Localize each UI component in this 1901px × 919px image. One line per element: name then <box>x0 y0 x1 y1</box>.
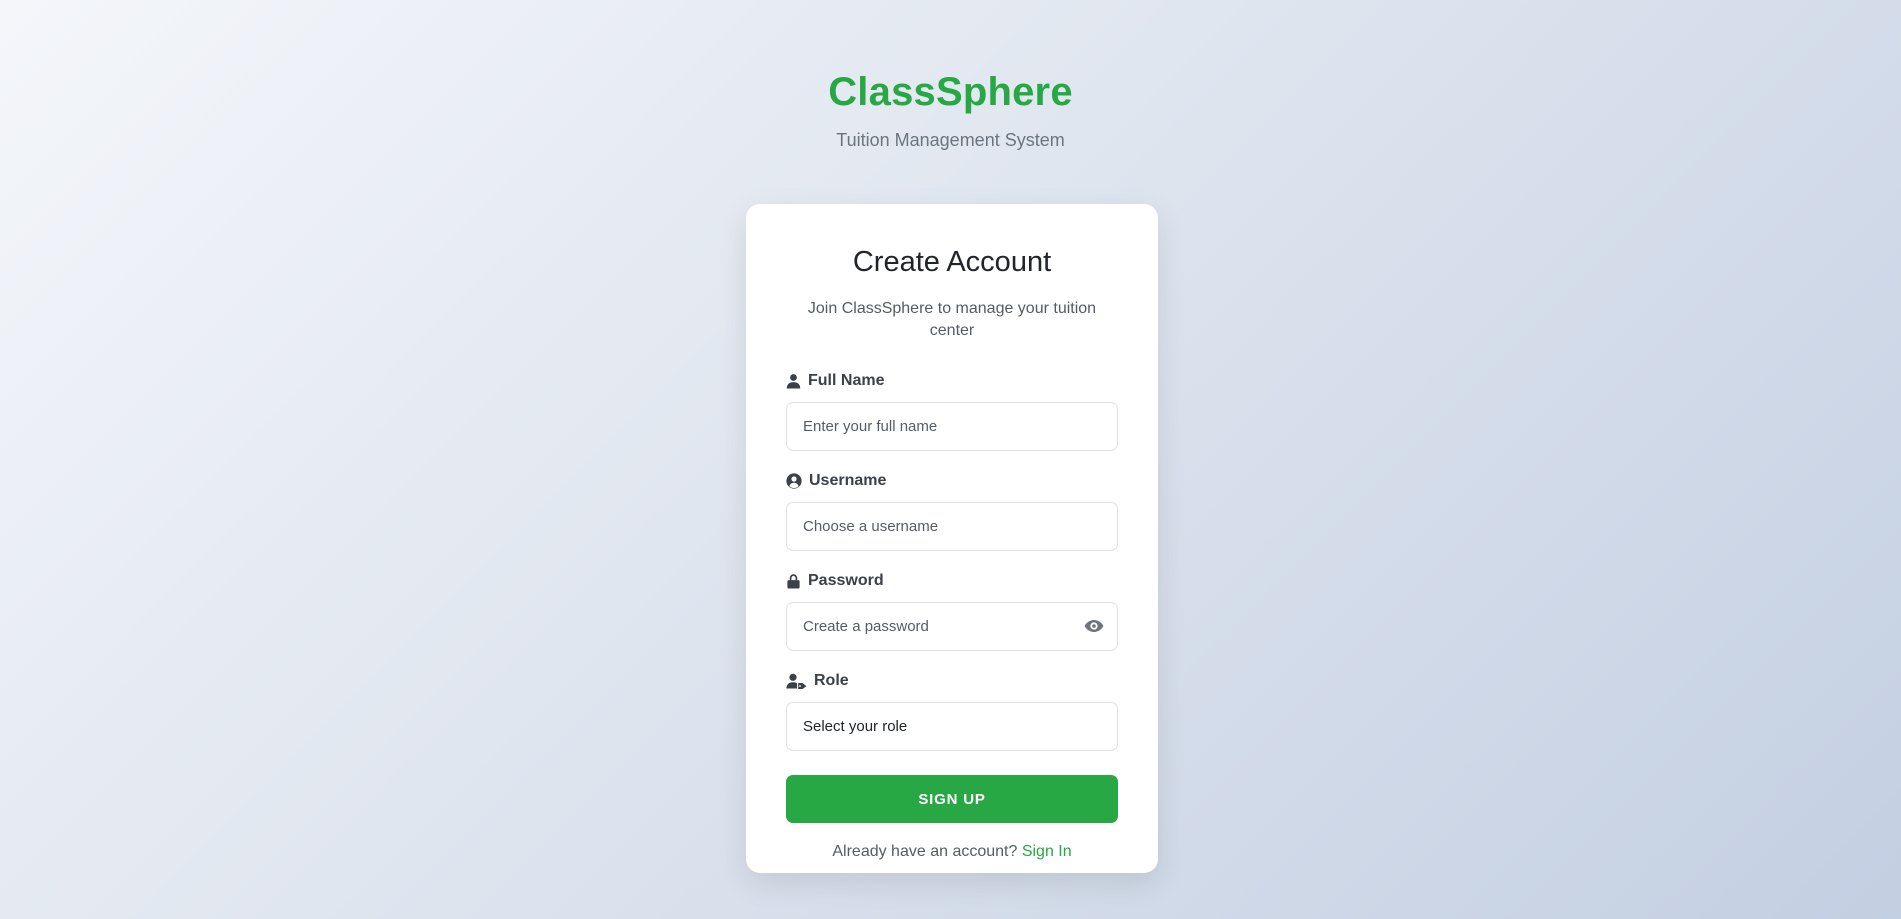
brand-header: ClassSphere Tuition Management System <box>0 66 1901 152</box>
password-input-wrap <box>786 602 1118 651</box>
full-name-label-text: Full Name <box>808 372 885 389</box>
role-select[interactable]: Select your role <box>786 702 1118 751</box>
password-label-text: Password <box>808 572 884 589</box>
role-label: Role <box>786 670 1118 692</box>
role-select-wrap: Select your role <box>786 702 1118 751</box>
user-tag-icon <box>786 673 807 689</box>
username-input[interactable] <box>786 502 1118 551</box>
card-subtitle: Join ClassSphere to manage your tuition … <box>807 300 1097 339</box>
full-name-input[interactable] <box>786 402 1118 451</box>
password-label: Password <box>786 570 1118 592</box>
username-label-text: Username <box>809 472 887 489</box>
eye-icon[interactable] <box>1084 617 1104 635</box>
brand-title: ClassSphere <box>828 70 1073 114</box>
signup-button-wrap: SIGN UP <box>786 775 1118 823</box>
full-name-input-wrap <box>786 402 1118 451</box>
signin-prompt-text: Already have an account? <box>832 843 1018 860</box>
user-icon <box>786 373 801 389</box>
signup-button[interactable]: SIGN UP <box>786 775 1118 823</box>
user-circle-icon <box>786 473 802 489</box>
brand-subtitle: Tuition Management System <box>836 130 1065 150</box>
signup-card: Create Account Join ClassSphere to manag… <box>746 204 1158 873</box>
password-field: Password <box>786 570 1118 651</box>
role-field: Role Select your role <box>786 670 1118 751</box>
full-name-field: Full Name <box>786 370 1118 451</box>
role-label-text: Role <box>814 672 849 689</box>
username-field: Username <box>786 470 1118 551</box>
username-label: Username <box>786 470 1118 492</box>
role-select-value: Select your role <box>803 718 908 735</box>
card-title: Create Account <box>852 246 1052 278</box>
lock-icon <box>786 573 801 589</box>
full-name-label: Full Name <box>786 370 1118 392</box>
password-input[interactable] <box>786 602 1118 651</box>
username-input-wrap <box>786 502 1118 551</box>
signin-link[interactable]: Sign In <box>1022 843 1072 860</box>
signin-prompt: Already have an account? Sign In <box>786 841 1118 863</box>
